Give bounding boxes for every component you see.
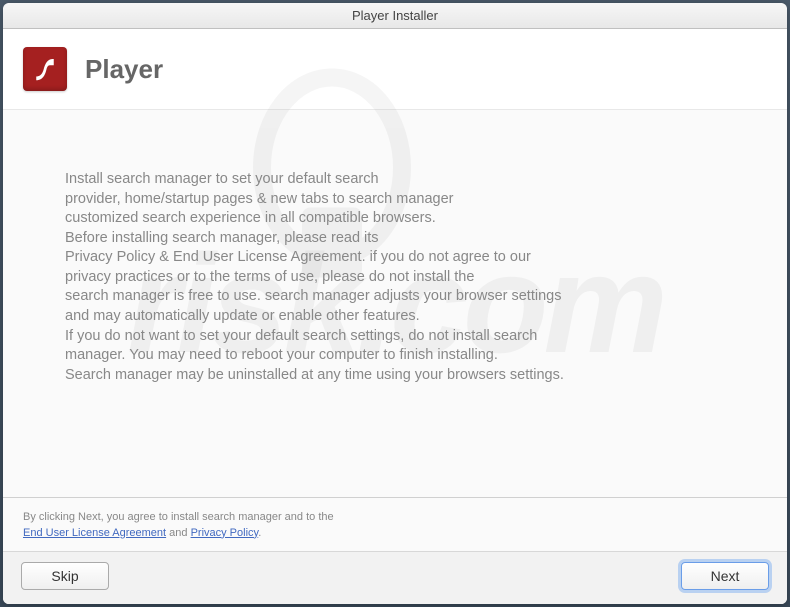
legal-period: . bbox=[258, 527, 261, 539]
body-text: Install search manager to set your defau… bbox=[65, 170, 725, 385]
installer-window: Player Installer Player risk.com Install… bbox=[3, 3, 787, 604]
next-button[interactable]: Next bbox=[681, 562, 769, 590]
content-area: risk.com Install search manager to set y… bbox=[3, 110, 787, 497]
legal-text: By clicking Next, you agree to install s… bbox=[3, 498, 787, 552]
legal-and: and bbox=[166, 527, 190, 539]
privacy-link[interactable]: Privacy Policy bbox=[191, 527, 259, 539]
footer: By clicking Next, you agree to install s… bbox=[3, 497, 787, 604]
eula-link[interactable]: End User License Agreement bbox=[23, 527, 166, 539]
button-row: Skip Next bbox=[3, 552, 787, 604]
window-title: Player Installer bbox=[352, 8, 438, 23]
flash-icon bbox=[23, 47, 67, 91]
legal-intro: By clicking Next, you agree to install s… bbox=[23, 511, 334, 523]
skip-button[interactable]: Skip bbox=[21, 562, 109, 590]
header: Player bbox=[3, 29, 787, 110]
app-title: Player bbox=[85, 54, 163, 85]
titlebar[interactable]: Player Installer bbox=[3, 3, 787, 29]
